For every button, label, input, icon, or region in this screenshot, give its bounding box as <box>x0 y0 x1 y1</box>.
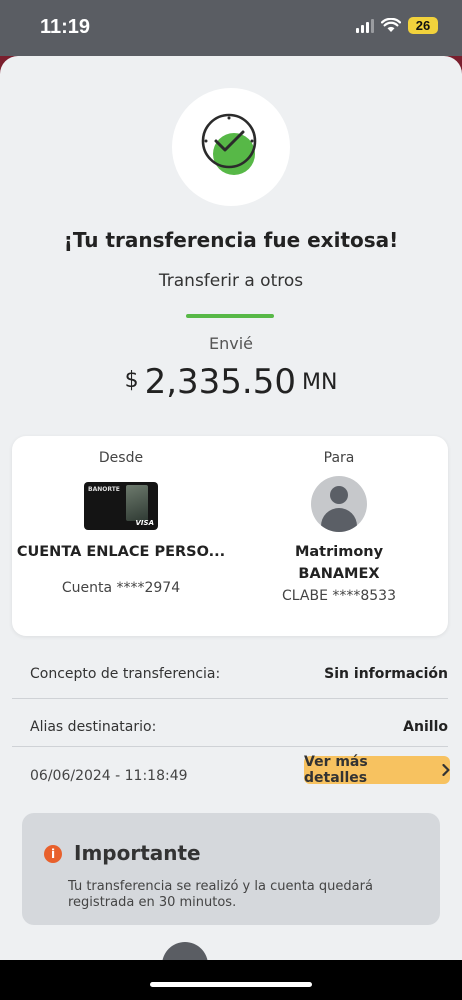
accent-divider <box>186 314 274 318</box>
notice-text: Tu transferencia se realizó y la cuenta … <box>68 879 373 910</box>
currency-symbol: $ <box>124 368 139 393</box>
recipient-name: Matrimony <box>294 544 384 560</box>
more-details-button[interactable]: Ver más detalles <box>304 754 450 786</box>
bank-card-image: BANORTE VISA <box>84 482 158 530</box>
battery-icon: 26 <box>408 17 438 34</box>
status-icons: 26 <box>356 17 438 34</box>
home-bar <box>0 960 462 1000</box>
from-account-number: Cuenta ****2974 <box>61 580 181 596</box>
transfer-parties-card: Desde BANORTE VISA CUENTA ENLACE PERSO..… <box>12 436 448 636</box>
clock-check-icon <box>201 113 257 175</box>
concept-value: Sin información <box>324 666 448 682</box>
to-heading: Para <box>323 450 355 466</box>
page-subtitle: Transferir a otros <box>158 271 304 291</box>
transfer-datetime: 06/06/2024 - 11:18:49 <box>30 768 188 784</box>
alias-value: Anillo <box>403 719 448 735</box>
signal-icon <box>356 18 374 33</box>
avatar <box>311 476 367 532</box>
from-account-name: CUENTA ENLACE PERSO... <box>16 544 226 560</box>
card-brand: BANORTE <box>88 486 120 493</box>
card-artwork <box>126 485 148 521</box>
currency-code: MN <box>301 370 338 395</box>
important-notice: i Importante Tu transferencia se realizó… <box>22 813 440 925</box>
amount: $2,335.50 MN <box>0 362 462 402</box>
notice-title: Importante <box>74 841 201 865</box>
wifi-icon <box>381 18 401 32</box>
amount-label: Envié <box>208 334 253 353</box>
from-heading: Desde <box>98 450 144 466</box>
amount-value: 2,335.50 <box>144 362 296 402</box>
success-badge <box>172 88 290 206</box>
recipient-bank: BANAMEX <box>298 566 380 582</box>
card-network: VISA <box>135 519 154 527</box>
concept-label: Concepto de transferencia: <box>30 666 221 682</box>
recipient-clabe: CLABE ****8533 <box>281 588 396 604</box>
status-bar: 11:19 26 <box>0 0 462 56</box>
alias-row: Alias destinatario: Anillo <box>12 698 448 747</box>
chevron-right-icon <box>442 764 450 776</box>
info-icon: i <box>44 845 62 863</box>
concept-row: Concepto de transferencia: Sin informaci… <box>12 646 448 699</box>
from-column: Desde BANORTE VISA CUENTA ENLACE PERSO..… <box>12 436 230 596</box>
home-indicator[interactable] <box>150 982 312 987</box>
alias-label: Alias destinatario: <box>30 719 157 735</box>
to-column: Para Matrimony BANAMEX CLABE ****8533 <box>230 436 448 604</box>
receipt-sheet: ¡Tu transferencia fue exitosa! Transferi… <box>0 56 462 1000</box>
status-time: 11:19 <box>40 16 91 38</box>
more-details-label: Ver más detalles <box>304 754 368 786</box>
page-title: ¡Tu transferencia fue exitosa! <box>63 228 399 252</box>
